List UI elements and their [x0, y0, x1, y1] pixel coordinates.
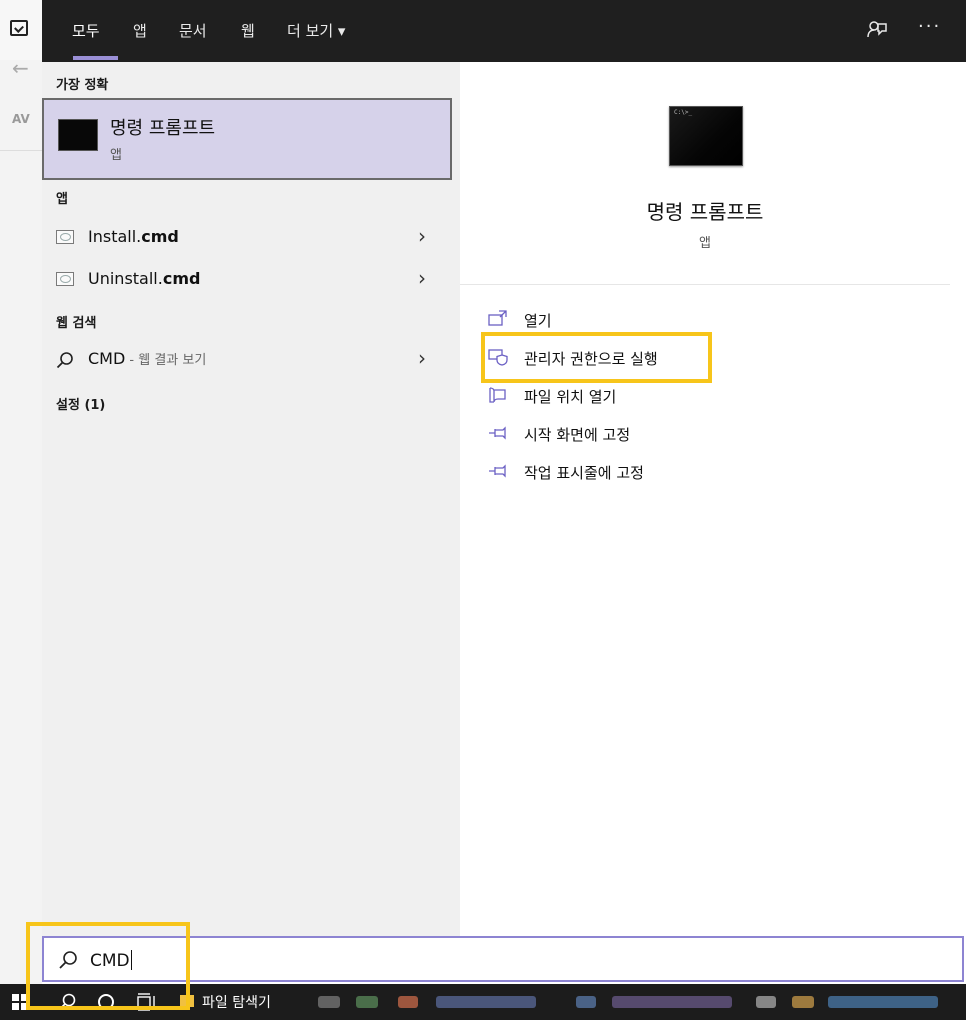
- search-icon: [56, 352, 73, 369]
- script-file-icon: [56, 272, 74, 286]
- app-calendar-icon[interactable]: [10, 20, 28, 36]
- preview-divider: [460, 284, 950, 285]
- chevron-right-icon[interactable]: ›: [418, 224, 426, 248]
- taskbar-app-icon[interactable]: [398, 996, 418, 1008]
- taskbar-app-icon[interactable]: [756, 996, 776, 1008]
- action-label: 시작 화면에 고정: [524, 426, 631, 444]
- chevron-right-icon[interactable]: ›: [418, 346, 426, 370]
- web-result-label: CMD - 웹 결과 보기: [88, 349, 207, 368]
- back-arrow-icon[interactable]: ←: [12, 56, 29, 80]
- background-app: ← AV: [0, 0, 42, 985]
- tab-more[interactable]: 더 보기 ▾: [287, 20, 345, 41]
- taskbar-app-window[interactable]: [828, 996, 938, 1008]
- taskbar-app-icon[interactable]: [792, 996, 814, 1008]
- tab-apps[interactable]: 앱: [133, 20, 147, 41]
- active-tab-indicator: [73, 56, 118, 60]
- command-prompt-icon: [58, 119, 98, 151]
- action-pin-to-taskbar[interactable]: 작업 표시줄에 고정: [488, 456, 928, 488]
- settings-heading[interactable]: 설정 (1): [56, 394, 105, 413]
- app-result-label: Install.cmd: [88, 227, 179, 246]
- best-match-result[interactable]: 명령 프롬프트 앱: [42, 98, 452, 180]
- app-result-uninstall[interactable]: Uninstall.cmd ›: [42, 260, 448, 300]
- taskbar-app-window[interactable]: [612, 996, 732, 1008]
- action-label: 파일 위치 열기: [524, 388, 617, 406]
- action-open-file-location[interactable]: 파일 위치 열기: [488, 380, 928, 412]
- pin-icon: [489, 426, 506, 440]
- taskbar-app-icon[interactable]: [318, 996, 340, 1008]
- action-pin-to-start[interactable]: 시작 화면에 고정: [488, 418, 928, 450]
- taskbar-app-icon[interactable]: [576, 996, 596, 1008]
- action-label: 작업 표시줄에 고정: [524, 464, 644, 482]
- ellipsis-icon[interactable]: ···: [918, 16, 941, 37]
- web-result-cmd[interactable]: CMD - 웹 결과 보기 ›: [42, 340, 448, 380]
- preview-subtitle: 앱: [699, 236, 711, 251]
- background-text: AV: [12, 112, 30, 126]
- best-match-name: 명령 프롬프트: [110, 118, 216, 139]
- tab-all[interactable]: 모두: [72, 20, 100, 41]
- pin-icon: [489, 464, 506, 478]
- divider: [0, 150, 42, 151]
- apps-heading: 앱: [56, 192, 68, 207]
- taskbar-file-explorer[interactable]: 파일 탐색기: [202, 992, 271, 1012]
- app-result-label: Uninstall.cmd: [88, 269, 201, 288]
- chevron-right-icon[interactable]: ›: [418, 266, 426, 290]
- tab-web[interactable]: 웹: [241, 20, 255, 41]
- feedback-icon[interactable]: [866, 18, 888, 45]
- tab-documents[interactable]: 문서: [179, 20, 207, 41]
- results-panel: 가장 정확 명령 프롬프트 앱 앱 Install.cmd › Uninstal…: [42, 62, 454, 936]
- highlight-search-box: [26, 922, 190, 1010]
- app-result-install[interactable]: Install.cmd ›: [42, 218, 448, 258]
- preview-header: 명령 프롬프트 앱: [460, 74, 950, 284]
- best-match-type: 앱: [110, 148, 122, 163]
- highlight-run-as-admin: [481, 332, 712, 383]
- taskbar-app-window[interactable]: [436, 996, 536, 1008]
- command-prompt-preview-icon: [669, 106, 743, 166]
- preview-title: 명령 프롬프트: [646, 200, 764, 224]
- preview-panel: 명령 프롬프트 앱 열기 관리자 권한으로 실행 파일 위치 열기 시작 화면에…: [460, 74, 950, 936]
- folder-icon: [489, 387, 506, 403]
- web-search-heading: 웹 검색: [56, 316, 97, 331]
- best-match-heading: 가장 정확: [56, 78, 109, 93]
- taskbar-app-icon[interactable]: [356, 996, 378, 1008]
- script-file-icon: [56, 230, 74, 244]
- action-label: 열기: [524, 312, 552, 330]
- search-header: 모두 앱 문서 웹 더 보기 ▾ ···: [42, 0, 966, 62]
- open-icon: [488, 310, 507, 326]
